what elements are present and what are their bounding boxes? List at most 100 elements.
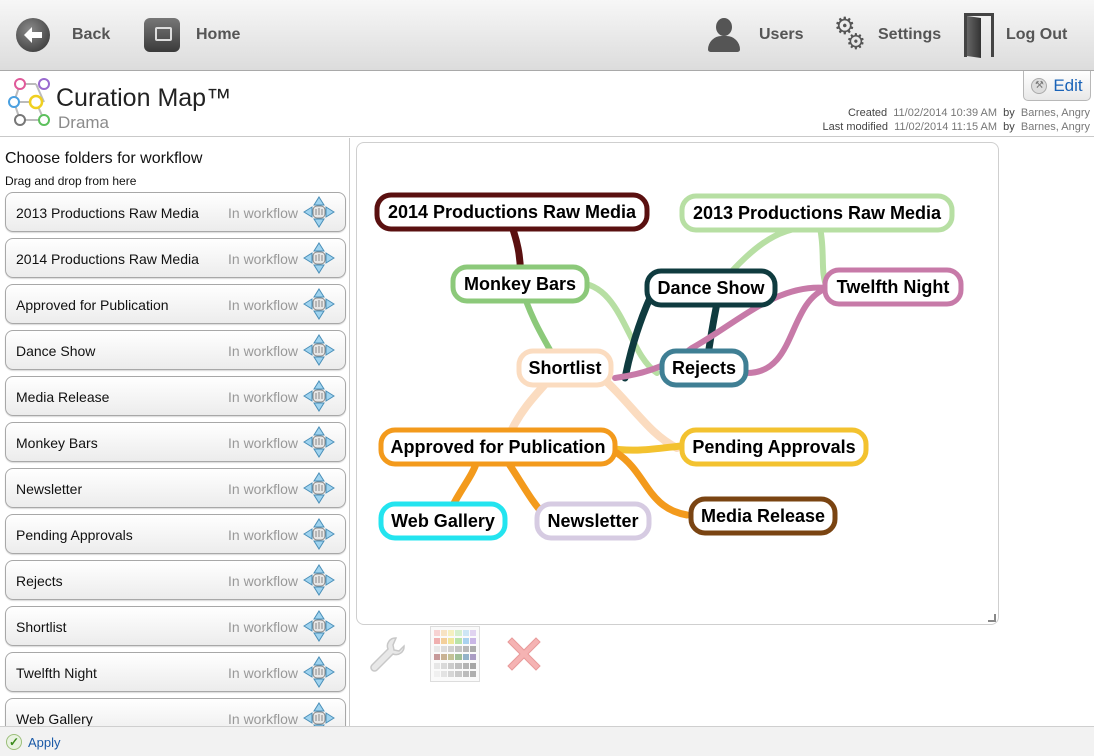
wrench-icon[interactable]: [366, 632, 410, 676]
settings-button[interactable]: ⚙ ⚙ Settings: [834, 0, 941, 70]
user-icon: [706, 16, 742, 54]
modified-label: Last modified: [822, 121, 888, 133]
map-node-label: Monkey Bars: [464, 274, 576, 294]
drag-handle-icon[interactable]: [302, 287, 336, 321]
drag-handle-icon[interactable]: [302, 471, 336, 505]
logout-button[interactable]: Log Out: [964, 0, 1067, 70]
folder-name: Shortlist: [16, 619, 67, 635]
map-node-label: Twelfth Night: [837, 277, 950, 297]
apply-label: Apply: [28, 734, 61, 750]
home-icon: [144, 18, 180, 52]
map-node-label: Pending Approvals: [692, 437, 855, 457]
folder-item[interactable]: Pending Approvals In workflow: [5, 514, 346, 554]
folder-item[interactable]: Media Release In workflow: [5, 376, 346, 416]
map-node-rejects[interactable]: Rejects: [659, 348, 749, 388]
page-title: Curation Map™: [56, 84, 232, 112]
modified-date: 11/02/2014 11:15 AM: [894, 121, 998, 133]
drag-handle-icon[interactable]: [302, 379, 336, 413]
resize-handle[interactable]: [988, 614, 996, 622]
created-label: Created: [847, 107, 888, 119]
edit-label: Edit: [1053, 75, 1083, 95]
folder-item[interactable]: Dance Show In workflow: [5, 330, 346, 370]
map-node-twelfth-night[interactable]: Twelfth Night: [822, 267, 964, 307]
drag-handle-icon[interactable]: [302, 195, 336, 229]
modified-info: Last modified 11/02/2014 11:15 AM by Bar…: [823, 121, 1090, 133]
map-node-label: Dance Show: [657, 278, 765, 298]
drag-handle-icon[interactable]: [302, 563, 336, 597]
folder-status: In workflow: [228, 619, 299, 635]
created-by: Barnes, Angry: [1020, 107, 1090, 119]
folder-name: Approved for Publication: [16, 297, 169, 313]
map-node-web-gallery[interactable]: Web Gallery: [378, 501, 508, 541]
map-node-label: Newsletter: [547, 511, 638, 531]
created-date: 11/02/2014 10:39 AM: [893, 107, 998, 119]
folder-name: 2014 Productions Raw Media: [16, 251, 199, 267]
folder-panel: Choose folders for workflow Drag and dro…: [0, 138, 350, 726]
gear-icon: ⚙ ⚙: [834, 13, 866, 54]
drag-handle-icon[interactable]: [302, 609, 336, 643]
delete-x-icon[interactable]: [502, 632, 546, 676]
map-node-newsletter[interactable]: Newsletter: [534, 501, 652, 541]
drag-handle-icon[interactable]: [302, 655, 336, 689]
folder-item[interactable]: Newsletter In workflow: [5, 468, 346, 508]
apply-button[interactable]: ✓ Apply: [6, 734, 61, 750]
folder-panel-heading: Choose folders for workflow: [5, 150, 203, 167]
users-label: Users: [759, 26, 804, 43]
back-button[interactable]: Back: [16, 0, 110, 70]
map-node-shortlist[interactable]: Shortlist: [516, 348, 614, 388]
folder-name: Pending Approvals: [16, 527, 133, 543]
folder-name: Twelfth Night: [16, 665, 97, 681]
folder-status: In workflow: [228, 711, 299, 726]
map-node-pending-approvals[interactable]: Pending Approvals: [679, 427, 869, 467]
map-node-label: Shortlist: [528, 358, 601, 378]
folder-status: In workflow: [228, 481, 299, 497]
folder-item[interactable]: Twelfth Night In workflow: [5, 652, 346, 692]
folder-name: Rejects: [16, 573, 63, 589]
drag-handle-icon[interactable]: [302, 701, 336, 726]
folder-item[interactable]: Approved for Publication In workflow: [5, 284, 346, 324]
folder-panel-hint: Drag and drop from here: [5, 174, 137, 188]
door-icon: [964, 13, 994, 58]
drag-handle-icon[interactable]: [302, 517, 336, 551]
folder-item[interactable]: Rejects In workflow: [5, 560, 346, 600]
map-node-2014-productions[interactable]: 2014 Productions Raw Media: [374, 192, 650, 232]
back-arrow-icon: [16, 18, 50, 52]
modified-by: Barnes, Angry: [1020, 121, 1090, 133]
edit-button[interactable]: ⚒ Edit: [1023, 71, 1091, 101]
home-button[interactable]: Home: [144, 0, 240, 70]
drag-handle-icon[interactable]: [302, 425, 336, 459]
color-palette-icon[interactable]: [430, 626, 480, 682]
curation-map-logo-icon: [8, 78, 50, 126]
folder-item[interactable]: Shortlist In workflow: [5, 606, 346, 646]
folder-name: Monkey Bars: [16, 435, 98, 451]
folder-name: Media Release: [16, 389, 110, 405]
map-node-dance-show[interactable]: Dance Show: [644, 268, 778, 308]
created-info: Created 11/02/2014 10:39 AM by Barnes, A…: [848, 107, 1090, 119]
modified-by-label: by: [1003, 121, 1015, 133]
folder-item[interactable]: 2014 Productions Raw Media In workflow: [5, 238, 346, 278]
curation-map-canvas[interactable]: 2014 Productions Raw Media 2013 Producti…: [356, 142, 999, 625]
drag-handle-icon[interactable]: [302, 333, 336, 367]
folder-item[interactable]: 2013 Productions Raw Media In workflow: [5, 192, 346, 232]
folder-status: In workflow: [228, 573, 299, 589]
map-node-monkey-bars[interactable]: Monkey Bars: [450, 264, 590, 304]
map-node-media-release[interactable]: Media Release: [688, 496, 838, 536]
back-label: Back: [72, 26, 111, 43]
map-node-label: Approved for Publication: [390, 437, 605, 457]
folder-item[interactable]: Monkey Bars In workflow: [5, 422, 346, 462]
settings-label: Settings: [878, 26, 942, 43]
folder-status: In workflow: [228, 389, 299, 405]
map-node-label: 2014 Productions Raw Media: [388, 202, 637, 222]
map-node-approved-for-publication[interactable]: Approved for Publication: [378, 427, 618, 467]
drag-handle-icon[interactable]: [302, 241, 336, 275]
folder-status: In workflow: [228, 527, 299, 543]
top-toolbar: Back Home Users ⚙ ⚙ Settings Log Out: [0, 0, 1094, 71]
users-button[interactable]: Users: [706, 0, 803, 70]
map-node-label: Rejects: [672, 358, 736, 378]
map-node-label: Web Gallery: [391, 511, 495, 531]
map-node-label: Media Release: [701, 506, 825, 526]
map-node-2013-productions[interactable]: 2013 Productions Raw Media: [679, 193, 955, 233]
folder-item[interactable]: Web Gallery In workflow: [5, 698, 346, 726]
map-svg: 2014 Productions Raw Media 2013 Producti…: [374, 192, 964, 541]
folder-status: In workflow: [228, 665, 299, 681]
